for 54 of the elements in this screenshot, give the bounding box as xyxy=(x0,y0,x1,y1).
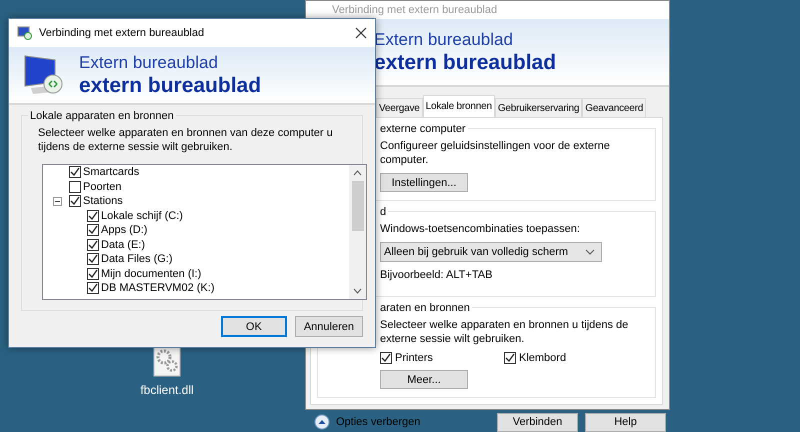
description-text: Configureer geluidsinstellingen voor de externe computer. xyxy=(380,139,611,167)
tree-item[interactable]: Apps (D:) xyxy=(101,223,148,238)
group-label: Lokale apparaten en bronnen xyxy=(28,110,176,122)
scroll-down-icon[interactable] xyxy=(353,288,362,294)
chevron-up-icon xyxy=(314,414,330,430)
tree-item[interactable]: Data Files (G:) xyxy=(101,252,173,266)
tree-item[interactable]: Lokale schijf (C:) xyxy=(101,208,183,223)
chevron-down-icon xyxy=(585,249,595,255)
tree-item[interactable]: Smartcards xyxy=(83,165,140,180)
header-subtitle: extern bureaublad xyxy=(374,50,556,75)
scroll-up-icon[interactable] xyxy=(353,170,362,176)
checkbox[interactable] xyxy=(87,224,99,236)
dropdown[interactable]: Alleen bij gebruik van volledig scherm xyxy=(380,242,602,262)
tree-item[interactable]: Stations xyxy=(83,194,123,208)
collapse-icon[interactable] xyxy=(53,196,62,206)
scrollbar[interactable] xyxy=(349,165,366,299)
dialog-button[interactable]: Help xyxy=(585,412,666,432)
checkbox[interactable] xyxy=(69,195,81,208)
remote-desktop-icon xyxy=(17,26,33,40)
checkbox[interactable] xyxy=(69,166,81,178)
header-title: Extern bureaublad xyxy=(374,29,514,50)
tab[interactable]: Lokale bronnen xyxy=(422,95,495,117)
checkbox[interactable] xyxy=(87,238,99,251)
field-label: Windows-toetsencombinaties toepassen: xyxy=(380,222,581,236)
checkbox[interactable] xyxy=(87,210,99,222)
tree-item[interactable]: Mijn documenten (I:) xyxy=(101,266,202,281)
checkbox[interactable] xyxy=(87,268,99,280)
checkbox-label[interactable]: Printers xyxy=(395,352,433,364)
desktop-icon-label[interactable]: fbclient.dll xyxy=(140,383,194,397)
checkbox[interactable] xyxy=(87,253,99,266)
dialog-button[interactable]: Annuleren xyxy=(294,316,363,337)
dialog-button[interactable]: OK xyxy=(220,316,287,337)
header-subtitle: extern bureaublad xyxy=(79,73,262,98)
checkbox[interactable] xyxy=(69,180,81,193)
tree-item[interactable]: Data (E:) xyxy=(101,238,146,252)
header-title: Extern bureaublad xyxy=(79,52,219,73)
example-text: Bijvoorbeeld: ALT+TAB xyxy=(380,268,494,282)
gear-file-icon[interactable] xyxy=(152,345,182,377)
tree-item[interactable]: Poorten xyxy=(83,180,122,194)
more-button[interactable]: Meer... xyxy=(380,370,468,389)
checkbox-label[interactable]: Klembord xyxy=(519,352,566,364)
checkbox[interactable] xyxy=(380,352,392,364)
tab[interactable]: Gebruikerservaring xyxy=(494,98,582,117)
close-icon[interactable] xyxy=(355,27,367,39)
settings-button[interactable]: Instellingen... xyxy=(380,173,468,192)
tab[interactable]: Veergave xyxy=(376,98,423,117)
dialog-button[interactable]: Verbinden xyxy=(497,412,578,432)
window-title: Verbinding met extern bureaublad xyxy=(39,27,204,39)
description-text: Selecteer welke apparaten en bronnen u tijdens de externe sessie wilt gebruiken. xyxy=(380,318,630,346)
tab[interactable]: Geavanceerd xyxy=(582,98,646,117)
window-title: Verbinding met extern bureaublad xyxy=(332,4,498,16)
checkbox[interactable] xyxy=(87,282,99,294)
tree-item[interactable]: DB MASTERVM02 (K:) xyxy=(101,281,214,296)
checkbox[interactable] xyxy=(504,352,516,364)
